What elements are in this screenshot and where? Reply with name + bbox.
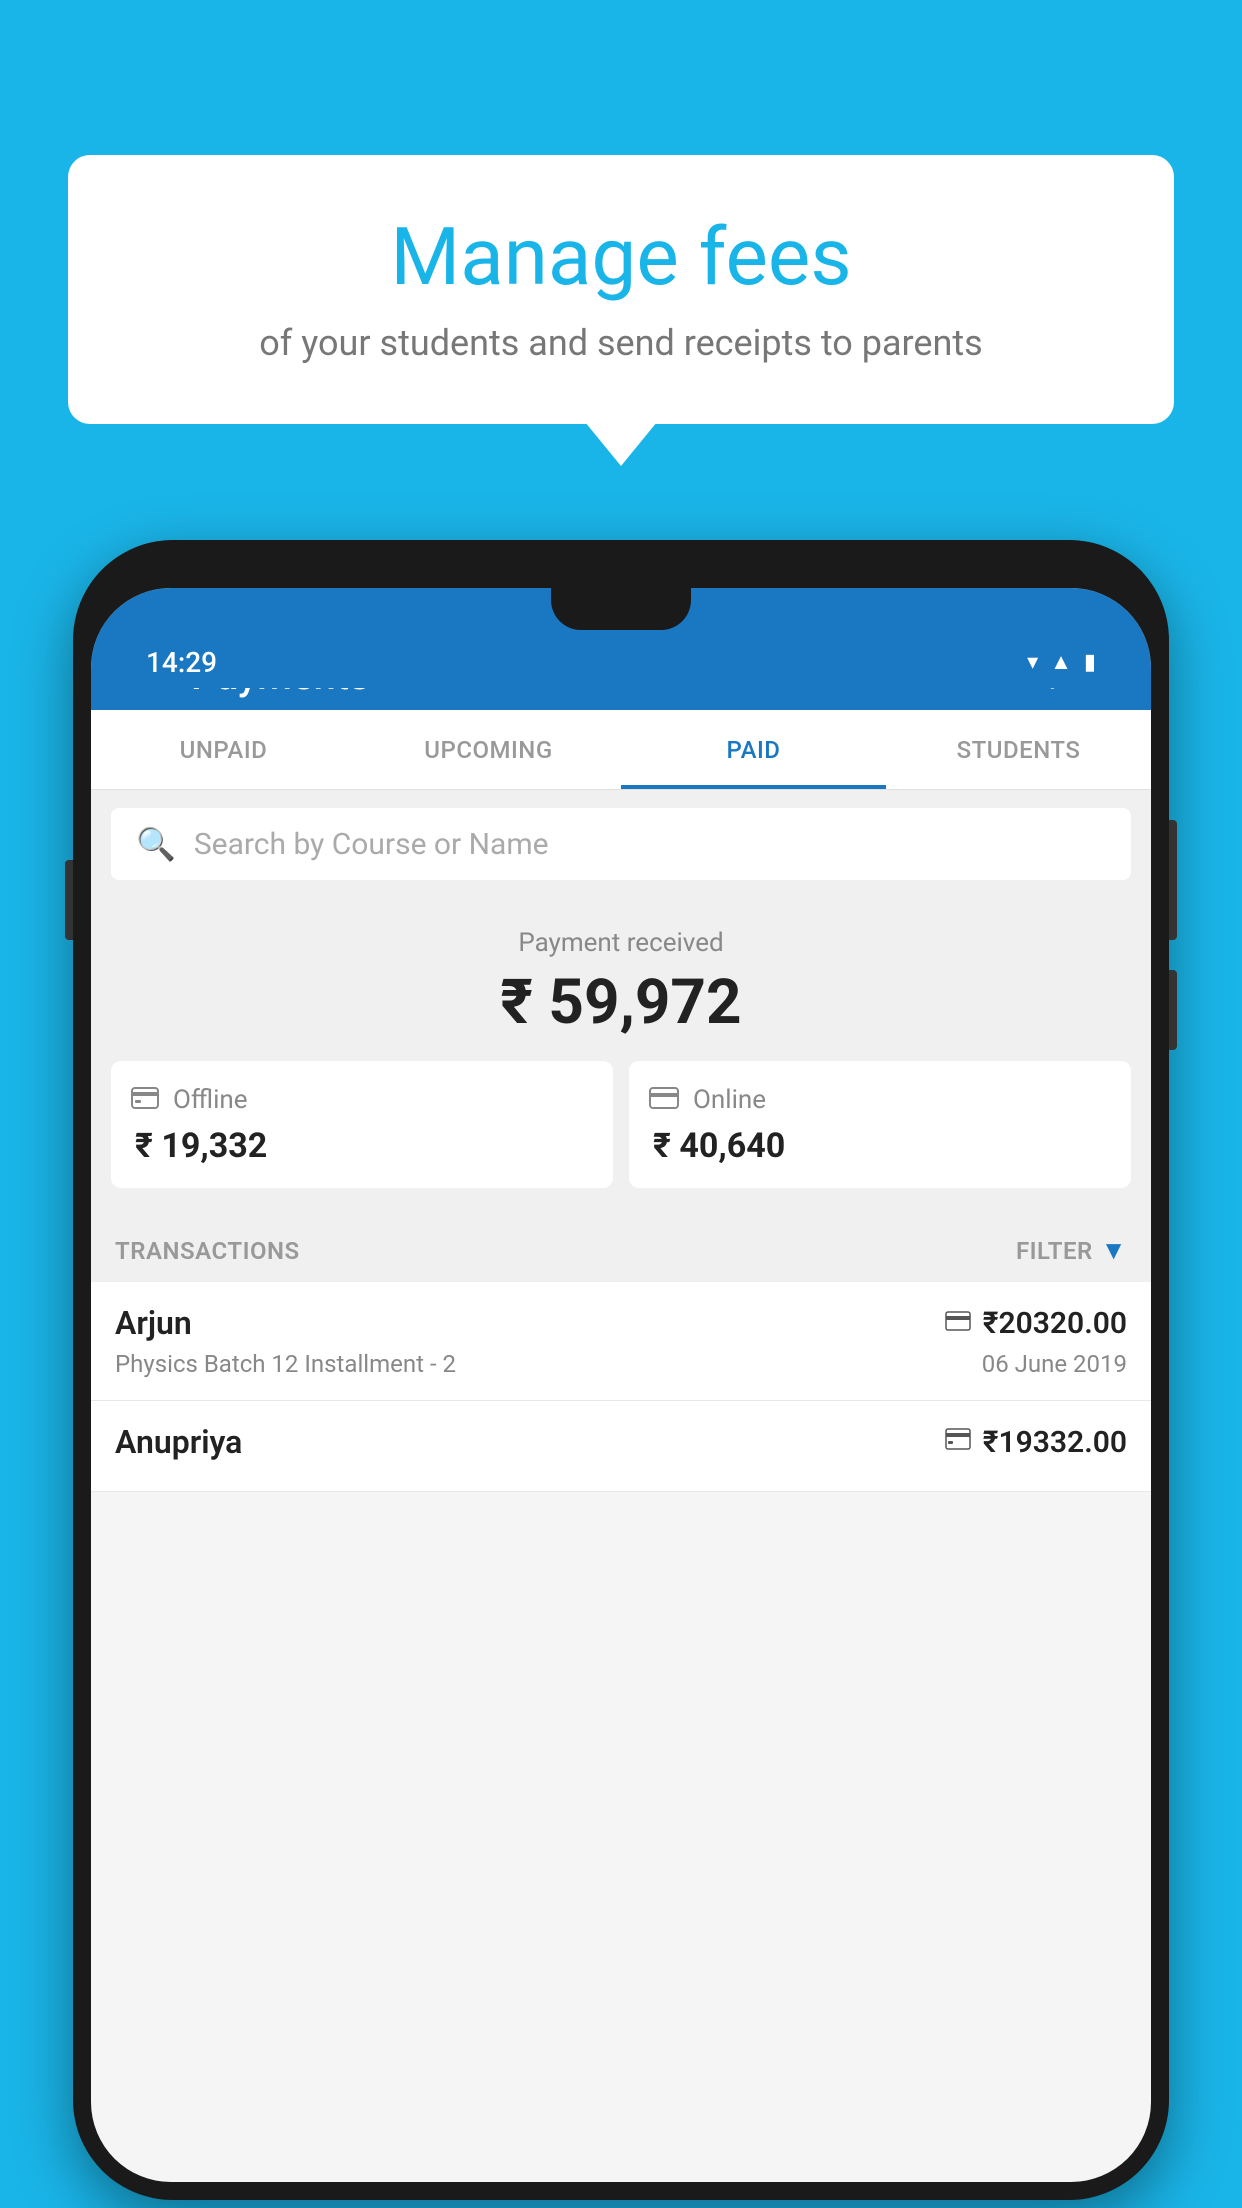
transaction-amount: ₹19332.00 [983,1425,1127,1460]
tab-bar: UNPAID UPCOMING PAID STUDENTS [91,710,1151,790]
transaction-list: Arjun ₹20320.00 Physics Batch 12 Install… [91,1282,1151,1492]
bubble-title: Manage fees [128,210,1114,304]
search-icon: 🔍 [136,825,176,863]
wifi-icon: ▾ [1027,650,1038,675]
status-bar: 14:29 ▾ ▲ ▮ [91,636,1151,688]
online-card-header: Online [649,1083,766,1116]
signal-icon: ▲ [1050,649,1072,675]
payment-received-label: Payment received [111,928,1131,958]
offline-label: Offline [173,1085,248,1115]
amount-row: ₹20320.00 [945,1306,1127,1341]
amount-row: ₹19332.00 [945,1425,1127,1460]
power-button [1169,820,1177,940]
status-icons: ▾ ▲ ▮ [1027,649,1096,675]
course-info: Physics Batch 12 Installment - 2 [115,1350,456,1378]
status-time: 14:29 [146,646,217,679]
tab-paid[interactable]: PAID [621,710,886,789]
online-label: Online [693,1085,766,1115]
search-bar[interactable]: 🔍 Search by Course or Name [111,808,1131,880]
payment-summary: Payment received ₹ 59,972 Offline [91,898,1151,1213]
phone-frame: 14:29 ▾ ▲ ▮ ← Payments ⚙ + UNPAID UPCOMI… [73,540,1169,2200]
bubble-subtitle: of your students and send receipts to pa… [128,322,1114,364]
transaction-date: 06 June 2019 [982,1350,1127,1378]
offline-amount: ₹ 19,332 [131,1126,267,1166]
filter-icon: ▼ [1101,1235,1127,1266]
online-amount: ₹ 40,640 [649,1126,785,1166]
payment-total-amount: ₹ 59,972 [111,966,1131,1039]
speech-bubble-container: Manage fees of your students and send re… [68,155,1174,424]
offline-method-icon [945,1427,971,1457]
volume-button [65,860,73,940]
phone-screen: 14:29 ▾ ▲ ▮ ← Payments ⚙ + UNPAID UPCOMI… [91,588,1151,2182]
offline-card: Offline ₹ 19,332 [111,1061,613,1188]
battery-icon: ▮ [1084,650,1096,675]
search-input[interactable]: Search by Course or Name [194,827,549,862]
filter-button[interactable]: FILTER ▼ [1016,1235,1127,1266]
online-card: Online ₹ 40,640 [629,1061,1131,1188]
offline-card-header: Offline [131,1083,248,1116]
transactions-header: TRANSACTIONS FILTER ▼ [91,1213,1151,1282]
search-container: 🔍 Search by Course or Name [91,790,1151,898]
transaction-row-top: Arjun ₹20320.00 [115,1304,1127,1342]
speech-bubble: Manage fees of your students and send re… [68,155,1174,424]
table-row[interactable]: Anupriya ₹19332.00 [91,1401,1151,1492]
transactions-label: TRANSACTIONS [115,1237,300,1265]
tab-students[interactable]: STUDENTS [886,710,1151,789]
transaction-row-top: Anupriya ₹19332.00 [115,1423,1127,1461]
transaction-row-bottom: Physics Batch 12 Installment - 2 06 June… [115,1350,1127,1378]
offline-payment-icon [131,1083,159,1116]
filter-label: FILTER [1016,1237,1093,1265]
online-payment-icon [649,1083,679,1116]
tab-upcoming[interactable]: UPCOMING [356,710,621,789]
online-method-icon [945,1308,971,1338]
table-row[interactable]: Arjun ₹20320.00 Physics Batch 12 Install… [91,1282,1151,1401]
student-name: Anupriya [115,1423,242,1461]
payment-cards: Offline ₹ 19,332 Online ₹ 4 [111,1061,1131,1188]
volume-down-button [1169,970,1177,1050]
student-name: Arjun [115,1304,192,1342]
phone-notch [551,588,691,630]
tab-unpaid[interactable]: UNPAID [91,710,356,789]
transaction-amount: ₹20320.00 [983,1306,1127,1341]
